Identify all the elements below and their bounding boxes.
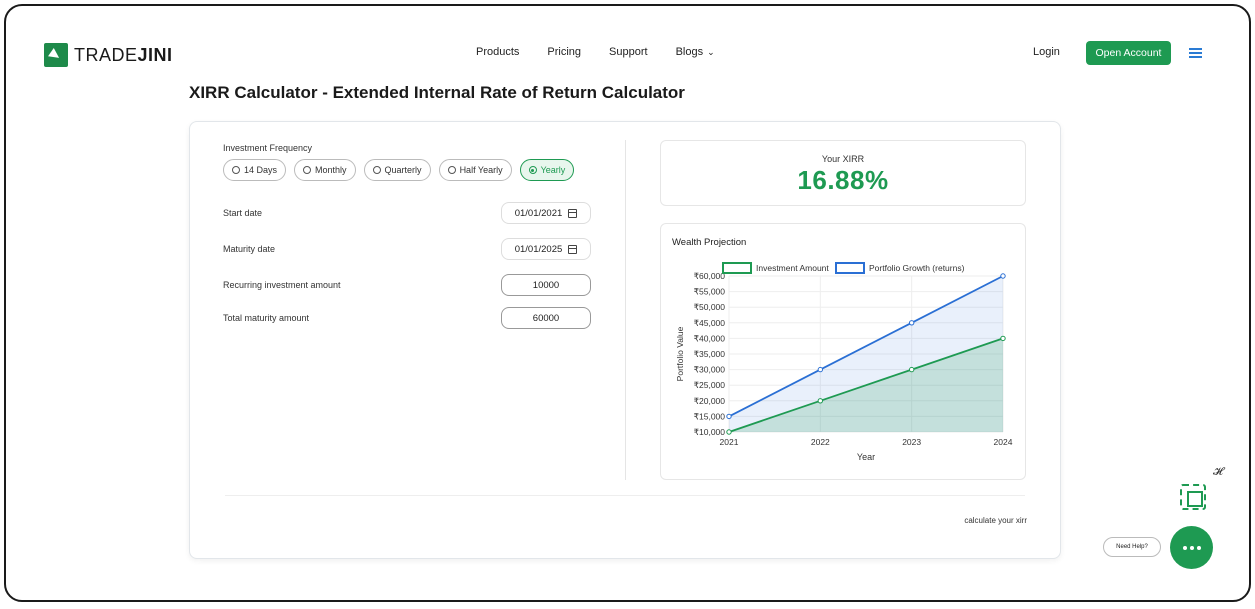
logo-text: TRADEJINI bbox=[74, 44, 173, 65]
bottom-divider bbox=[225, 495, 1025, 496]
data-point bbox=[908, 366, 915, 373]
data-point bbox=[908, 320, 915, 326]
maturity-date-input[interactable]: 01/01/2025 bbox=[501, 238, 591, 260]
data-point bbox=[1000, 273, 1006, 279]
xirr-value: 16.88% bbox=[797, 165, 889, 195]
frequency-option-label: Yearly bbox=[540, 165, 566, 175]
main-nav: Products Pricing Support Blogs ⌄ bbox=[476, 46, 715, 58]
y-tick-label: ₹60,000 bbox=[694, 271, 726, 281]
frequency-options: 14 Days Monthly Quarterly Half Yearly Ye… bbox=[223, 159, 575, 181]
radio-icon bbox=[372, 166, 381, 174]
total-amount-input[interactable]: 60000 bbox=[501, 307, 591, 329]
frequency-label: Investment Frequency bbox=[223, 143, 313, 153]
nav-blogs[interactable]: Blogs ⌄ bbox=[676, 46, 715, 58]
total-amount-label: Total maturity amount bbox=[223, 313, 310, 323]
y-axis-label: Portfolio Value bbox=[675, 326, 685, 381]
frequency-14-days[interactable]: 14 Days bbox=[223, 159, 287, 181]
y-tick-label: ₹35,000 bbox=[694, 349, 726, 359]
frequency-option-label: Monthly bbox=[315, 165, 347, 175]
nav-pricing[interactable]: Pricing bbox=[547, 46, 581, 58]
y-tick-label: ₹30,000 bbox=[694, 365, 726, 375]
y-tick-label: ₹15,000 bbox=[694, 411, 726, 421]
legend-label: Investment Amount bbox=[756, 263, 829, 273]
qr-code-icon[interactable] bbox=[1180, 484, 1206, 510]
nav-support[interactable]: Support bbox=[609, 46, 648, 58]
maturity-date-label: Maturity date bbox=[223, 244, 276, 254]
x-tick-label: 2022 bbox=[811, 437, 830, 447]
frequency-yearly[interactable]: Yearly bbox=[519, 159, 575, 181]
recurring-amount-input[interactable]: 10000 bbox=[501, 274, 591, 296]
chevron-down-icon: ⌄ bbox=[707, 47, 715, 57]
frequency-monthly[interactable]: Monthly bbox=[294, 159, 356, 181]
xirr-result-box: Your XIRR 16.88% bbox=[660, 140, 1026, 206]
y-tick-label: ₹45,000 bbox=[694, 318, 726, 328]
y-tick-label: ₹55,000 bbox=[694, 287, 726, 297]
chat-dot-icon bbox=[1182, 545, 1187, 550]
maturity-date-value: 01/01/2025 bbox=[514, 243, 563, 255]
logo-mark-icon bbox=[44, 43, 68, 67]
page-title: XIRR Calculator - Extended Internal Rate… bbox=[189, 83, 685, 102]
chat-dot-icon bbox=[1196, 545, 1201, 550]
maturity-date-row: Maturity date 01/01/2025 bbox=[223, 238, 591, 260]
x-tick-label: 2023 bbox=[902, 437, 921, 447]
calendar-icon[interactable] bbox=[568, 244, 578, 254]
data-point bbox=[726, 413, 732, 420]
radio-icon bbox=[303, 166, 312, 174]
start-date-input[interactable]: 01/01/2021 bbox=[501, 202, 591, 224]
start-date-row: Start date 01/01/2021 bbox=[223, 202, 591, 224]
tradejini-logo[interactable]: TRADEJINI bbox=[44, 43, 173, 67]
need-help-button[interactable]: Need Help? bbox=[1103, 537, 1161, 557]
y-tick-label: ₹25,000 bbox=[694, 380, 726, 390]
chat-dot-icon bbox=[1189, 545, 1194, 550]
hamburger-menu-icon[interactable] bbox=[1189, 48, 1202, 58]
start-date-label: Start date bbox=[223, 208, 263, 218]
start-date-value: 01/01/2021 bbox=[514, 207, 563, 219]
chart-svg: ₹10,000 ₹15,000 ₹20,000 ₹25,000 ₹30,000 ₹35,0… bbox=[675, 262, 1013, 462]
y-tick-label: ₹50,000 bbox=[694, 302, 726, 312]
y-tick-label: ₹10,000 bbox=[694, 427, 726, 437]
browser-frame: TRADEJINI Products Pricing Support Blogs… bbox=[4, 4, 1251, 602]
y-tick-label: ₹20,000 bbox=[694, 396, 726, 406]
nav-blogs-label: Blogs bbox=[675, 46, 704, 58]
radio-icon bbox=[232, 166, 240, 174]
recurring-amount-label: Recurring investment amount bbox=[223, 280, 341, 290]
wealth-projection-chart: Wealth Projection ₹10,000 ₹15,000 ₹20,000 ₹… bbox=[660, 223, 1026, 480]
x-axis-label: Year bbox=[857, 452, 875, 462]
data-point bbox=[726, 429, 732, 435]
frequency-option-label: Half Yearly bbox=[459, 165, 503, 175]
legend-swatch bbox=[722, 262, 752, 274]
open-account-button[interactable]: Open Account bbox=[1086, 41, 1171, 65]
nav-products[interactable]: Products bbox=[476, 46, 519, 58]
legend-label: Portfolio Growth (returns) bbox=[869, 263, 965, 273]
footer-note: calculate your xirr bbox=[964, 516, 1027, 525]
xirr-label: Your XIRR bbox=[821, 154, 865, 164]
column-divider bbox=[625, 140, 626, 480]
x-tick-label: 2021 bbox=[720, 437, 739, 447]
login-link[interactable]: Login bbox=[1033, 46, 1060, 58]
calendar-icon[interactable] bbox=[568, 208, 578, 218]
frequency-option-label: 14 Days bbox=[244, 165, 278, 175]
calculator-card: Investment Frequency 14 Days Monthly Qua… bbox=[189, 121, 1061, 559]
recurring-amount-row: Recurring investment amount 10000 bbox=[223, 274, 591, 296]
legend-swatch bbox=[835, 262, 865, 274]
frequency-quarterly[interactable]: Quarterly bbox=[363, 159, 431, 181]
data-point bbox=[817, 366, 824, 373]
radio-icon bbox=[447, 166, 456, 174]
chat-button[interactable] bbox=[1170, 526, 1213, 569]
side-cursor-icon: 𝓗 bbox=[1213, 466, 1223, 478]
radio-selected-icon bbox=[528, 166, 537, 174]
data-point bbox=[817, 398, 824, 404]
frequency-half-yearly[interactable]: Half Yearly bbox=[438, 159, 512, 181]
x-tick-label: 2024 bbox=[994, 437, 1013, 447]
y-tick-label: ₹40,000 bbox=[694, 333, 726, 343]
total-amount-row: Total maturity amount 60000 bbox=[223, 307, 591, 329]
frequency-option-label: Quarterly bbox=[384, 165, 422, 175]
data-point bbox=[1000, 335, 1006, 342]
